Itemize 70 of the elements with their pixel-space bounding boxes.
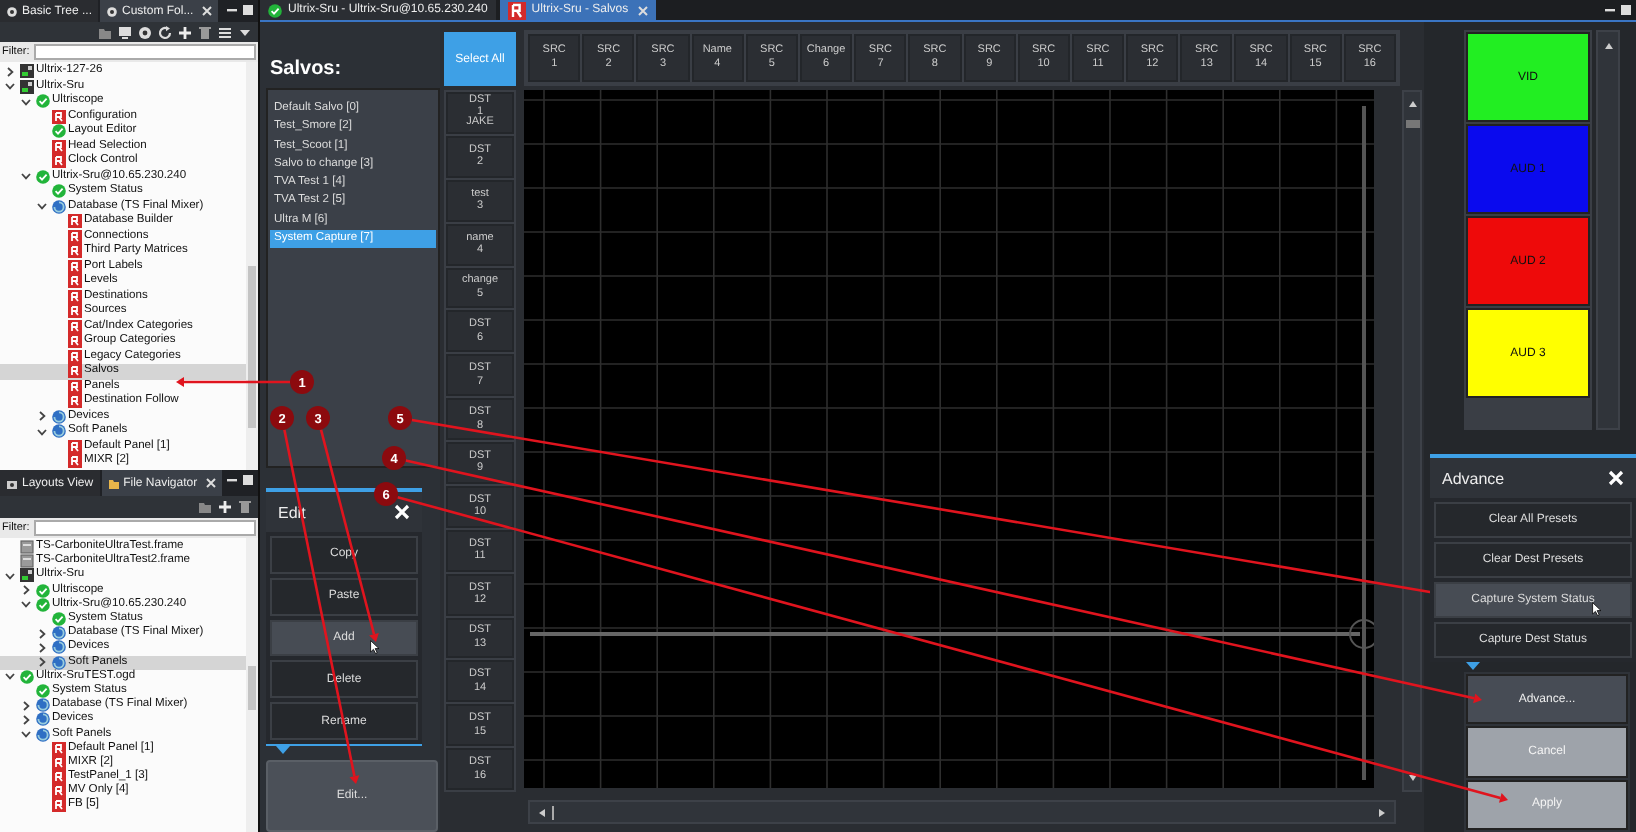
scroll-thumb[interactable] — [248, 266, 256, 428]
minimize-icon — [226, 4, 238, 16]
scroll-up-icon — [1407, 100, 1417, 108]
maximize-icon — [1620, 4, 1632, 16]
chevron-right-icon[interactable] — [36, 656, 48, 669]
gear-icon — [6, 5, 18, 17]
plus-icon[interactable] — [218, 500, 232, 514]
check-circle-icon — [268, 3, 282, 17]
chevron-down-icon[interactable] — [4, 569, 16, 582]
scrollbar[interactable] — [528, 800, 1396, 824]
close-icon — [201, 6, 212, 16]
scrollbar[interactable] — [246, 538, 258, 832]
scrollbar[interactable] — [246, 62, 258, 470]
monitor-icon[interactable] — [118, 25, 132, 39]
trash-icon[interactable] — [238, 500, 252, 514]
close-icon[interactable] — [394, 504, 410, 520]
cursor-icon — [1592, 601, 1602, 616]
camera-icon — [6, 477, 18, 489]
refresh-icon[interactable] — [158, 25, 172, 39]
scroll-left-icon — [538, 807, 546, 817]
list-icon[interactable] — [218, 25, 232, 39]
chevron-down-icon[interactable] — [20, 598, 32, 611]
chevron-down-icon[interactable] — [36, 200, 48, 213]
minimize-icon — [226, 474, 238, 486]
check-circle-icon — [35, 94, 49, 109]
scrollbar[interactable] — [1402, 90, 1422, 792]
device-icon — [19, 568, 33, 583]
minimize-icon — [1604, 4, 1616, 16]
pointer-triangle-icon — [1466, 662, 1480, 670]
folder-icon[interactable] — [198, 500, 212, 514]
filter-field[interactable] — [33, 520, 256, 536]
scroll-right-icon — [1378, 807, 1386, 817]
chevron-right-icon[interactable] — [36, 641, 48, 654]
chevron-right-icon[interactable] — [20, 699, 32, 712]
panel-title: Salvos: — [270, 58, 344, 82]
chevron-down-icon[interactable] — [4, 80, 16, 93]
chevron-down-icon[interactable] — [20, 95, 32, 108]
chevron-down-icon[interactable] — [4, 670, 16, 683]
scroll-thumb[interactable] — [552, 805, 554, 819]
maximize-icon — [242, 474, 254, 486]
trash-icon[interactable] — [198, 25, 212, 39]
swirl-icon — [51, 199, 65, 214]
filter-field[interactable] — [33, 44, 256, 60]
chevron-down-icon[interactable] — [20, 170, 32, 183]
folder-icon — [107, 477, 120, 489]
maximize-icon — [242, 4, 254, 16]
close-icon — [205, 478, 216, 488]
close-icon — [638, 5, 649, 15]
cursor-icon — [370, 639, 380, 654]
chevron-right-icon[interactable] — [36, 627, 48, 640]
plus-icon[interactable] — [178, 25, 192, 39]
chevron-right-icon[interactable] — [20, 713, 32, 726]
close-icon[interactable] — [1608, 470, 1624, 486]
chevron-right-icon[interactable] — [4, 65, 16, 78]
gear-icon[interactable] — [138, 25, 152, 39]
popup-title: Advance — [1442, 469, 1505, 487]
panel-icon — [51, 109, 65, 124]
chevron-right-icon[interactable] — [20, 584, 32, 597]
scrollbar[interactable] — [1596, 30, 1620, 430]
scroll-thumb[interactable] — [248, 666, 256, 710]
scroll-thumb[interactable] — [1405, 120, 1419, 128]
callout-arrow — [176, 377, 290, 387]
chevron-down-icon[interactable] — [36, 425, 48, 438]
gear-icon — [106, 5, 119, 17]
scroll-up-icon — [1603, 42, 1613, 50]
scroll-down-icon — [1407, 774, 1417, 782]
app-logo-icon — [507, 1, 526, 19]
check-circle-icon — [51, 124, 65, 139]
chevron-right-icon[interactable] — [36, 410, 48, 423]
chevron-down-icon[interactable] — [20, 728, 32, 741]
